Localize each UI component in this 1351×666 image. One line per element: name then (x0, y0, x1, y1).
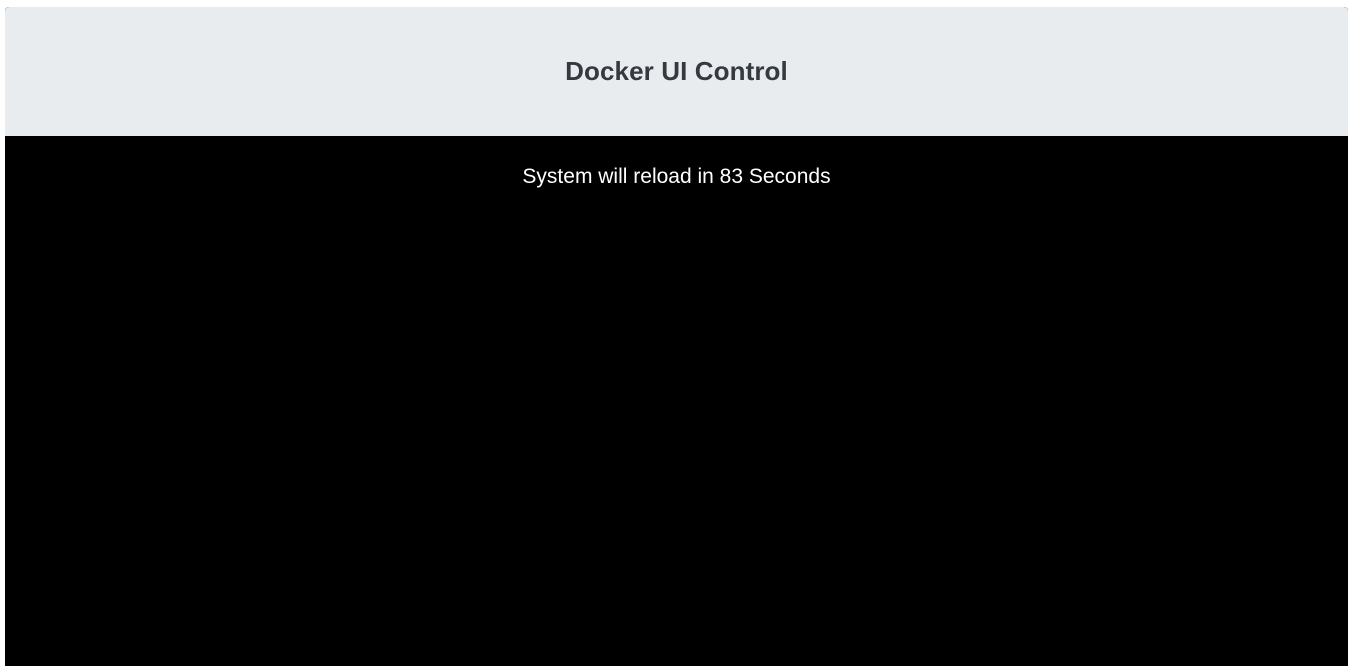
page-title: Docker UI Control (565, 56, 788, 86)
reload-countdown-message: System will reload in 83 Seconds (522, 165, 831, 188)
main-content: System will reload in 83 Seconds (5, 136, 1348, 191)
page-header: Docker UI Control (5, 7, 1348, 136)
app-frame: Docker UI Control System will reload in … (5, 7, 1348, 666)
